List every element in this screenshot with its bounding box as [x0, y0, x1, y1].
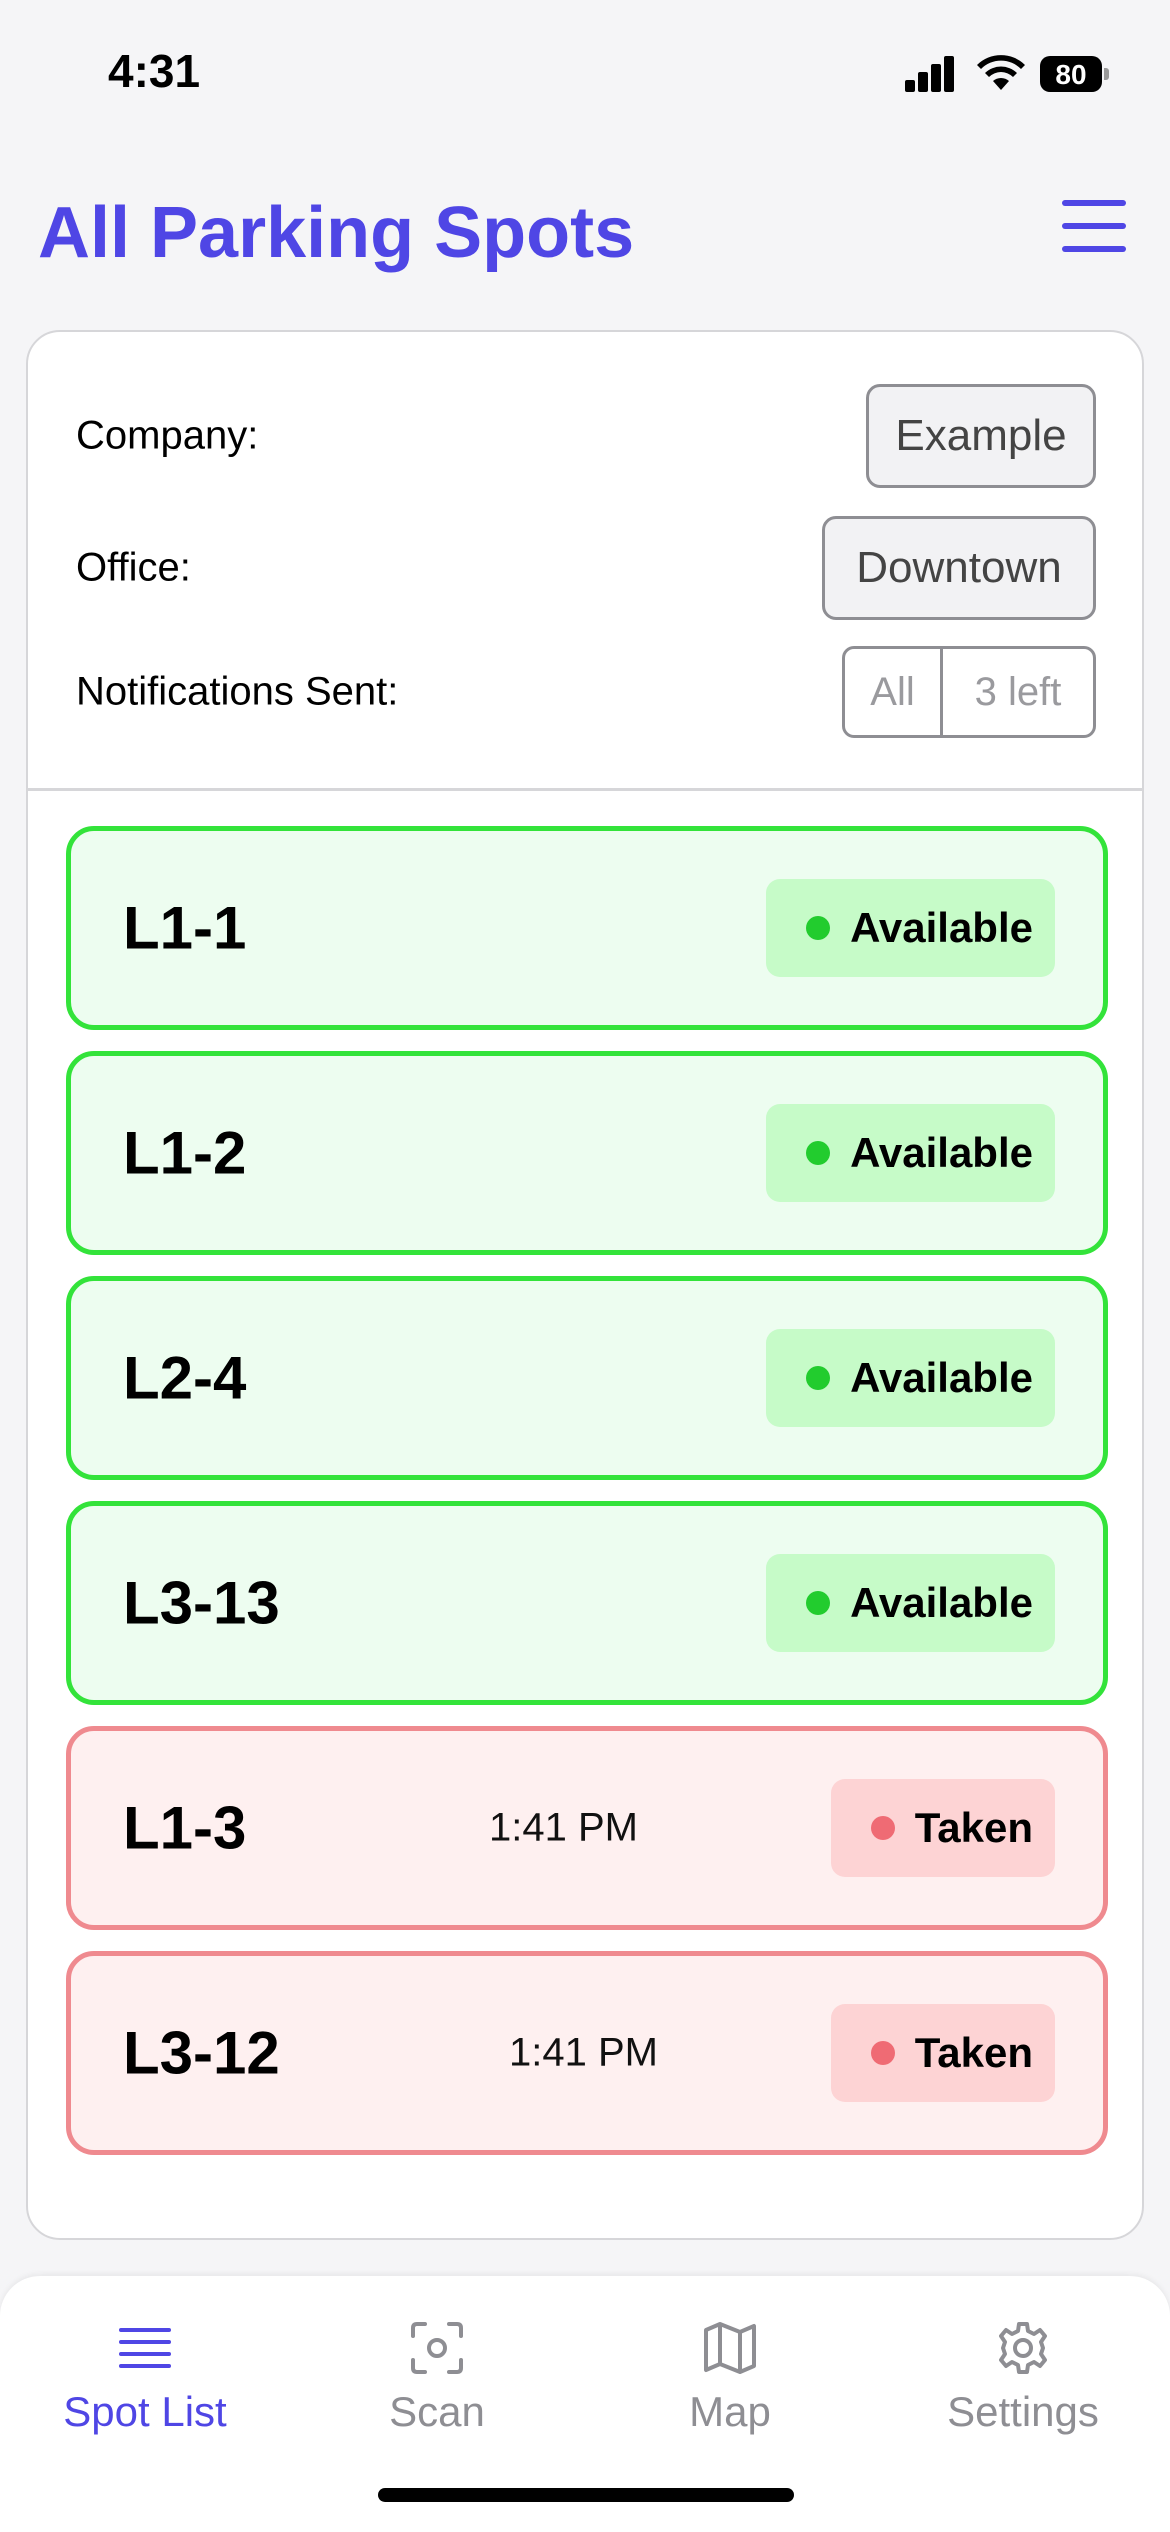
- spot-row-l3-12[interactable]: L3-12 1:41 PM Taken: [66, 1951, 1108, 2155]
- status-badge: Taken: [830, 1779, 1055, 1877]
- spot-name: L1-2: [123, 1119, 247, 1187]
- spot-row-l1-1[interactable]: L1-1 Available: [66, 826, 1108, 1030]
- battery-percent: 80: [1055, 59, 1087, 90]
- spot-row-l3-13[interactable]: L3-13 Available: [66, 1501, 1108, 1705]
- tab-label: Map: [689, 2388, 771, 2435]
- tab-settings[interactable]: Settings: [893, 2320, 1153, 2436]
- segment-all[interactable]: All: [845, 649, 943, 735]
- status-dot-icon: [806, 916, 831, 940]
- tab-label: Settings: [947, 2388, 1099, 2435]
- office-label: Office:: [76, 545, 191, 590]
- home-indicator: [378, 2488, 794, 2502]
- status-badge: Available: [766, 1554, 1055, 1652]
- spot-row-l1-3[interactable]: L1-3 1:41 PM Taken: [66, 1726, 1108, 1930]
- tab-label: Scan: [389, 2388, 485, 2435]
- office-filter-row: Office: Downtown: [76, 516, 1096, 620]
- spot-name: L3-13: [123, 1569, 280, 1637]
- spot-name: L2-4: [123, 1344, 247, 1412]
- notifications-label: Notifications Sent:: [76, 669, 399, 714]
- status-label: Available: [850, 904, 1033, 951]
- scan-icon: [411, 2322, 463, 2374]
- company-label: Company:: [76, 413, 259, 458]
- status-dot-icon: [870, 2041, 895, 2065]
- status-label: Available: [850, 1129, 1033, 1176]
- notifications-segmented-control: All 3 left: [842, 646, 1096, 738]
- status-dot-icon: [806, 1141, 831, 1165]
- office-select-button[interactable]: Downtown: [822, 516, 1096, 620]
- status-label: Taken: [914, 1804, 1033, 1851]
- page-title: All Parking Spots: [38, 193, 635, 273]
- spot-row-l1-2[interactable]: L1-2 Available: [66, 1051, 1108, 1255]
- tab-label: Spot List: [63, 2388, 227, 2435]
- tab-scan[interactable]: Scan: [307, 2320, 567, 2436]
- tab-map[interactable]: Map: [600, 2320, 860, 2436]
- segment-3-left[interactable]: 3 left: [943, 649, 1093, 735]
- status-time: 4:31: [108, 45, 201, 97]
- status-badge: Available: [766, 1104, 1055, 1202]
- spot-name: L3-12: [123, 2019, 280, 2087]
- status-bar: 4:31 80: [0, 0, 1170, 150]
- taken-time: 1:41 PM: [509, 2030, 658, 2075]
- status-dot-icon: [806, 1366, 831, 1390]
- company-select-button[interactable]: Example: [866, 384, 1096, 488]
- company-filter-row: Company: Example: [76, 384, 1096, 488]
- tab-spot-list[interactable]: Spot List: [15, 2320, 275, 2436]
- battery-icon: 80: [1040, 56, 1110, 92]
- status-dot-icon: [870, 1816, 895, 1840]
- status-badge: Taken: [830, 2004, 1055, 2102]
- status-dot-icon: [806, 1591, 831, 1615]
- spot-name: L1-3: [123, 1794, 247, 1862]
- status-label: Available: [850, 1579, 1033, 1626]
- status-badge: Available: [766, 1329, 1055, 1427]
- spots-card: Company: Example Office: Downtown Notifi…: [26, 330, 1144, 2240]
- divider: [28, 788, 1142, 791]
- hamburger-menu-icon[interactable]: [1062, 200, 1126, 252]
- status-badge: Available: [766, 879, 1055, 977]
- status-label: Taken: [914, 2029, 1033, 2076]
- status-label: Available: [850, 1354, 1033, 1401]
- taken-time: 1:41 PM: [489, 1805, 638, 1850]
- wifi-icon: [977, 55, 1025, 90]
- spot-row-l2-4[interactable]: L2-4 Available: [66, 1276, 1108, 1480]
- cellular-signal-icon: [905, 56, 955, 92]
- spot-name: L1-1: [123, 894, 247, 962]
- map-icon: [704, 2322, 756, 2374]
- notifications-filter-row: Notifications Sent: All 3 left: [76, 646, 1096, 738]
- list-icon: [119, 2328, 171, 2368]
- gear-icon: [999, 2322, 1047, 2374]
